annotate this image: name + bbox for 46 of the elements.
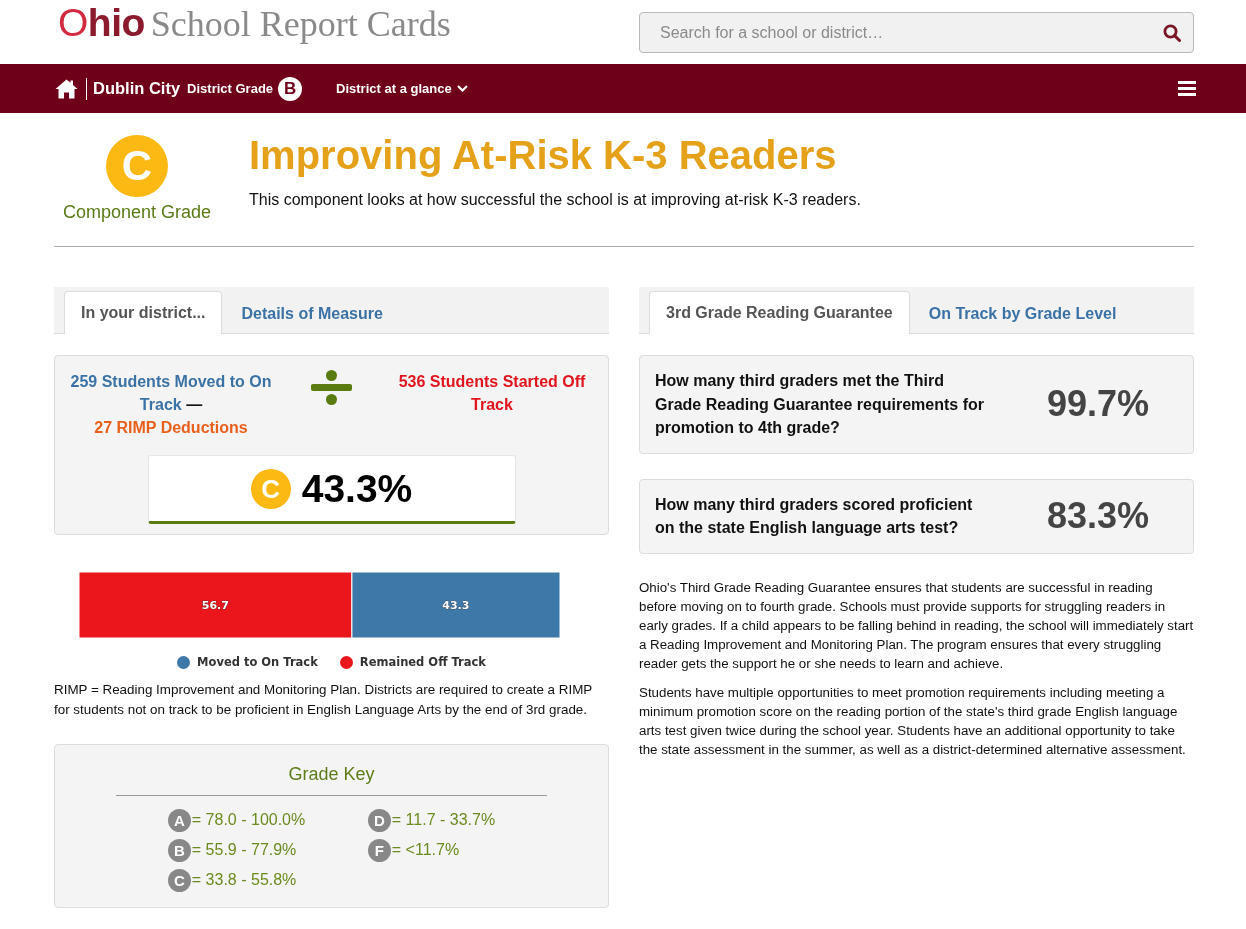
grade-badge: C: [250, 468, 291, 509]
grade-badge: C: [106, 135, 168, 197]
grade-range: = 78.0 - 100.0%: [191, 810, 306, 830]
stat-value: 99.7%: [1045, 384, 1151, 425]
bar-value-label: 56.7: [201, 599, 229, 612]
grade-range: = 11.7 - 33.7%: [391, 810, 496, 830]
grade-badge: B: [167, 838, 191, 862]
tab[interactable]: In your district...: [64, 291, 223, 334]
tab[interactable]: Details of Measure: [224, 292, 400, 334]
result-percentage: 43.3%: [301, 466, 413, 511]
info-paragraph: Students have multiple opportunities to meet promotion requirements including meeting a minimum promotion score on the reading portion of the state's third grade English language arts test given twice during the school year. Students have an additional opportunity to take the state assessment in the summer, as well as a district-determined alternative assessment.: [639, 683, 1187, 759]
search-field[interactable]: Search for a school or district…: [639, 12, 1194, 53]
stat-question: How many third graders scored proficient on the state English language arts test?: [655, 494, 974, 538]
tab[interactable]: 3rd Grade Reading Guarantee: [649, 291, 910, 334]
denominator-text: 536 Students Started Off Track: [398, 373, 586, 413]
grade-key-title: Grade Key: [287, 763, 376, 786]
footnote-text: RIMP = Reading Improvement and Monitoring Plan. Districts are required to create a RIMP for students not on track to be proficient in English Language Arts by the end of 3rd grade.: [54, 681, 593, 719]
page-description: This component looks at how successful the school is at improving at-risk K-3 readers.: [249, 190, 862, 210]
numerator-formula: 259 Students Moved to On Track — 27 RIMP Deductions: [69, 372, 273, 438]
grade-range: = 33.8 - 55.8%: [191, 870, 297, 890]
home-icon[interactable]: [55, 78, 78, 99]
chevron-down-icon: [456, 85, 468, 92]
stat-value: 83.3%: [1045, 496, 1151, 536]
grade-badge: F: [367, 838, 391, 862]
grade-badge: B: [278, 76, 303, 101]
tab[interactable]: On Track by Grade Level: [911, 292, 1134, 334]
grade-range: = <11.7%: [391, 840, 460, 860]
info-paragraph: Ohio's Third Grade Reading Guarantee ensures that students are successful in reading before moving on to fourth grade. Schools must provide supports for struggling readers in early grades. If a child appears to be falling behind in reading, the school will immediately start a Reading Improvement and Monitoring Plan. The program ensures that every struggling reader gets the support he or she needs to learn and achieve.: [639, 578, 1194, 673]
grade-badge: D: [367, 808, 391, 832]
divide-icon: [311, 370, 352, 405]
grade-badge: A: [167, 808, 191, 832]
logo-wordmark: Ohio: [58, 3, 145, 43]
legend-label: Remained Off Track: [359, 654, 486, 671]
search-icon[interactable]: [1163, 24, 1181, 42]
site-title: School Report Cards: [150, 4, 451, 44]
bar-value-label: 43.3: [442, 599, 470, 612]
menu-icon[interactable]: [1178, 81, 1196, 96]
stat-question: How many third graders met the Third Grade Reading Guarantee requirements for promotion to 4th grade?: [655, 371, 985, 438]
district-name[interactable]: Dublin City: [93, 79, 181, 98]
grade-caption: Component Grade: [62, 202, 212, 222]
district-menu-button[interactable]: District at a glance: [336, 81, 468, 96]
legend-label: Moved to On Track: [197, 654, 318, 671]
grade-badge: C: [167, 868, 191, 892]
district-grade-label: District Grade: [187, 81, 274, 96]
page-title: Improving At-Risk K-3 Readers: [249, 132, 838, 179]
grade-range: = 55.9 - 77.9%: [191, 840, 297, 860]
